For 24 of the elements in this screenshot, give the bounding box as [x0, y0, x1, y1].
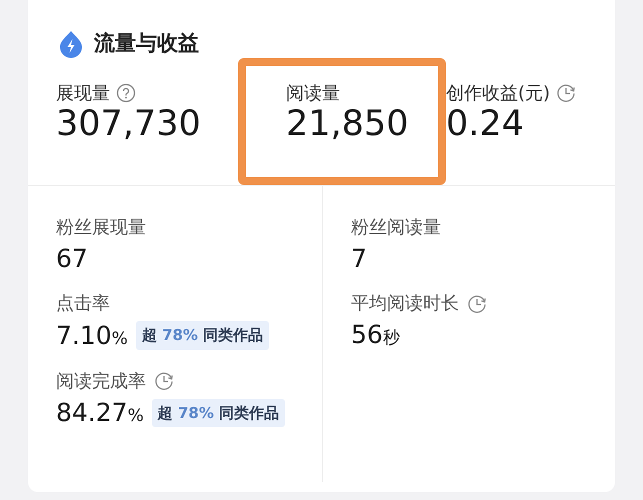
- clock-icon[interactable]: [556, 83, 576, 103]
- clock-icon[interactable]: [154, 371, 174, 391]
- metric-label: 阅读量: [286, 82, 340, 106]
- metric-value: 7: [351, 244, 367, 272]
- clock-icon[interactable]: [467, 294, 487, 314]
- metric-value: 67: [56, 244, 88, 272]
- metric-label: 点击率: [56, 292, 110, 316]
- metric-label: 平均阅读时长: [351, 292, 459, 316]
- section-title: 流量与收益: [94, 30, 199, 57]
- metric-value: 0.24: [446, 104, 524, 144]
- comparison-tag: 超 78% 同类作品: [136, 321, 270, 350]
- metric-value: 56秒: [351, 321, 400, 348]
- metric-value: 7.10%: [56, 322, 128, 349]
- metric-value: 84.27%: [56, 399, 144, 426]
- metric-label: 粉丝展现量: [56, 216, 146, 240]
- comparison-tag: 超 78% 同类作品: [152, 398, 286, 427]
- metric-label: 展现量: [56, 82, 110, 106]
- metric-value: 307,730: [56, 104, 201, 144]
- metric-label: 创作收益(元): [446, 82, 550, 106]
- metric-label: 阅读完成率: [56, 370, 146, 394]
- help-icon[interactable]: [116, 83, 136, 103]
- lightning-drop-icon: [58, 30, 84, 58]
- metric-value: 21,850: [286, 104, 408, 144]
- metric-label: 粉丝阅读量: [351, 216, 441, 240]
